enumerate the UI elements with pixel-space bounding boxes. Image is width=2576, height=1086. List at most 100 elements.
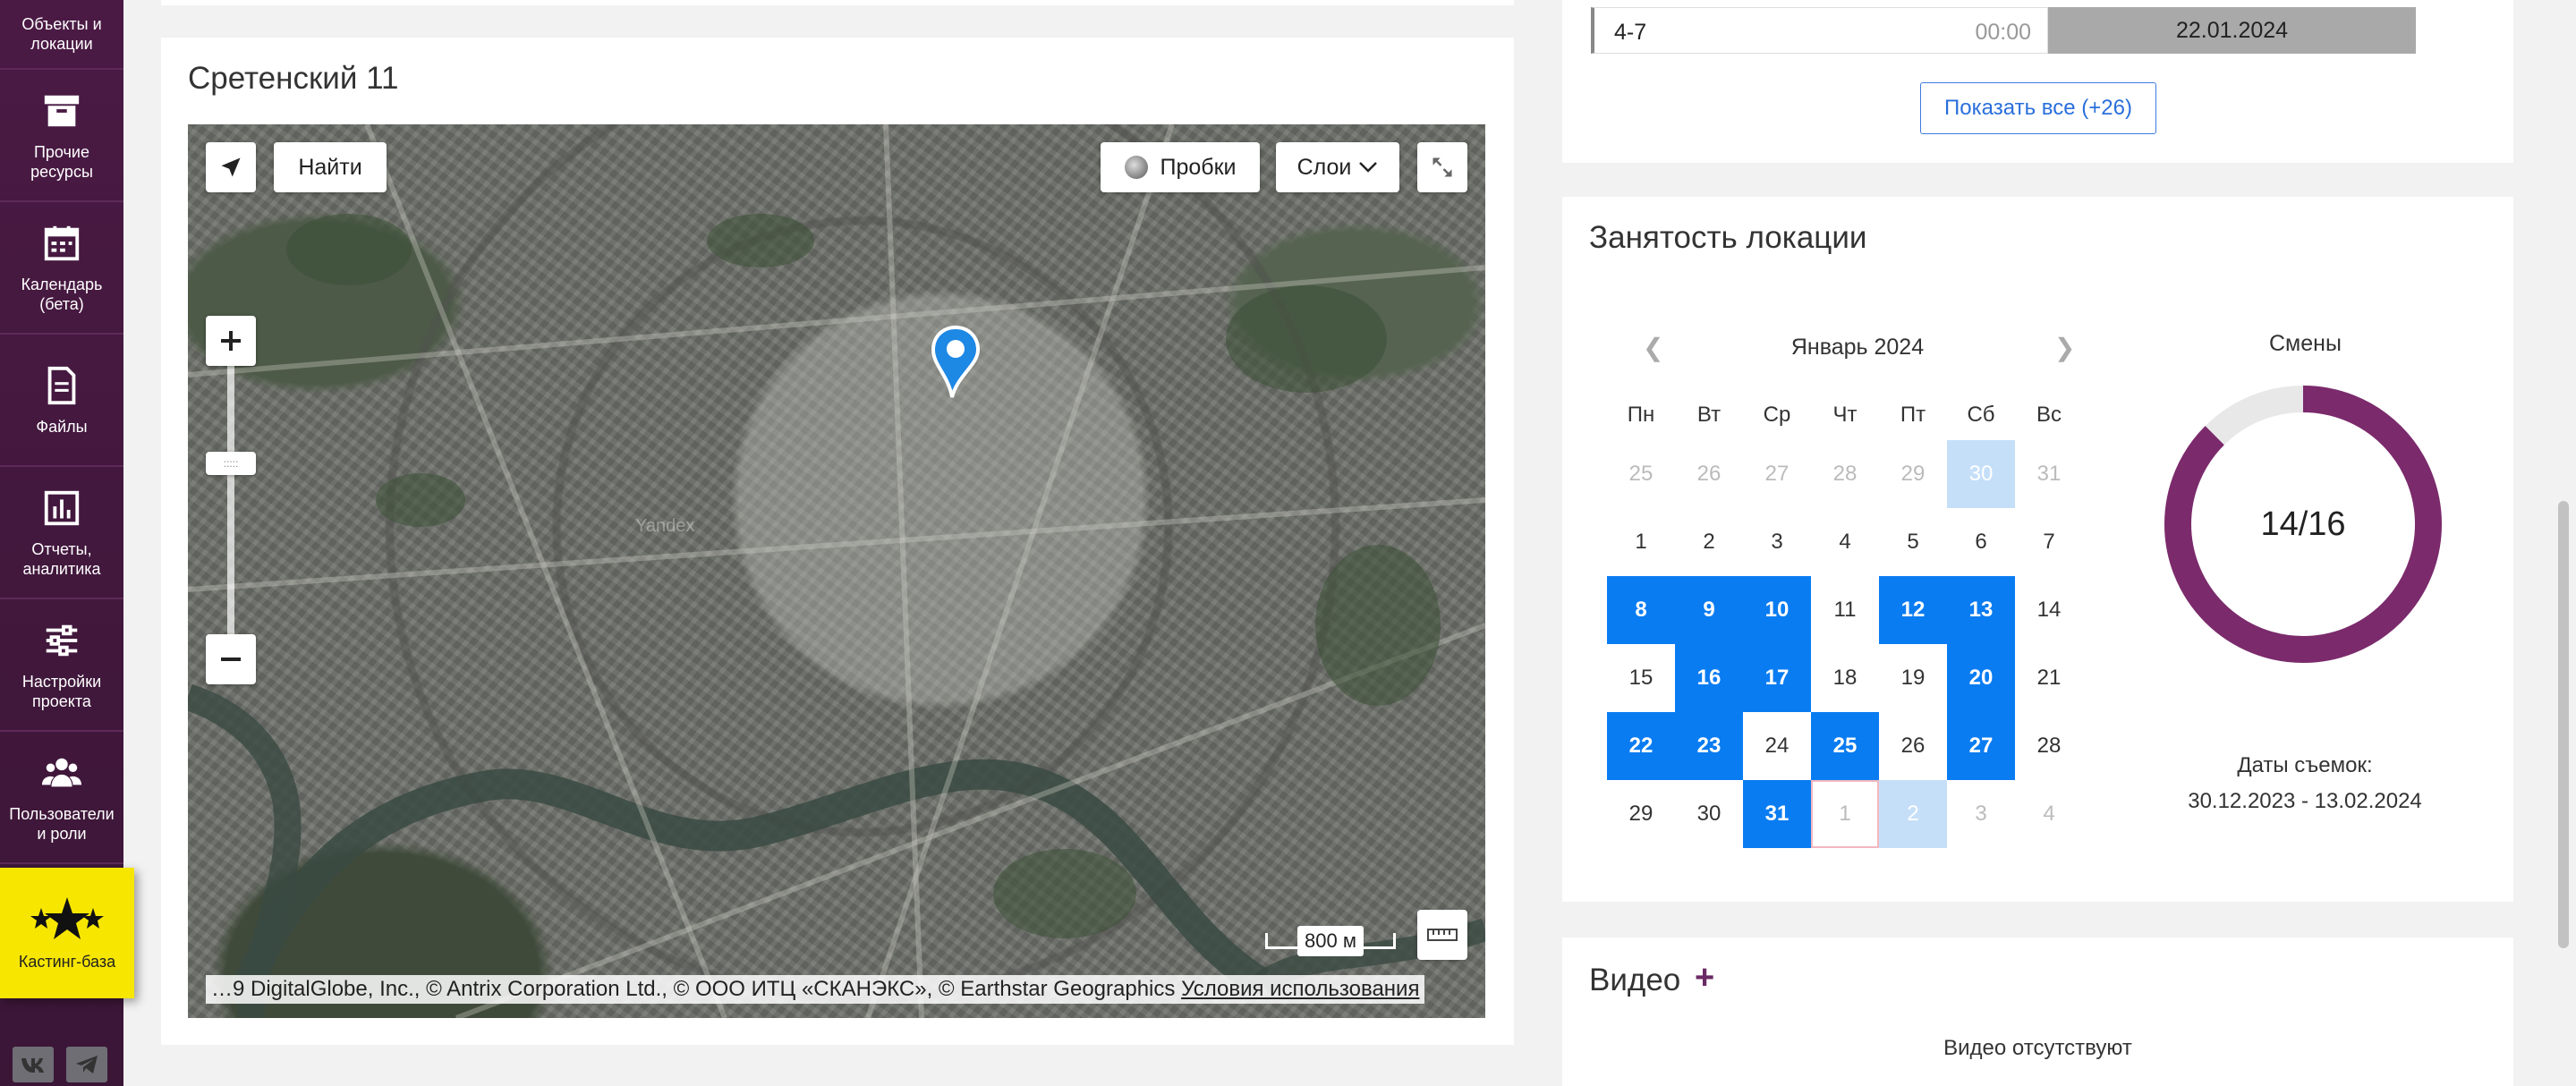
calendar-icon	[44, 225, 80, 261]
calendar-day[interactable]: 10	[1743, 576, 1811, 644]
calendar-day[interactable]: 17	[1743, 644, 1811, 712]
calendar-day[interactable]: 2	[1879, 780, 1947, 848]
social-links	[13, 1047, 107, 1082]
scrollbar[interactable]	[2550, 0, 2576, 1086]
terms-link[interactable]: Условия использования	[1181, 977, 1419, 1001]
satellite-map[interactable]: Yandex Найти Пробки Слои ::::: 800 м …9 …	[188, 124, 1485, 1018]
calendar-day[interactable]: 24	[1743, 712, 1811, 780]
zoom-out-button[interactable]	[206, 634, 256, 684]
calendar-day[interactable]: 25	[1811, 712, 1879, 780]
ruler-icon	[1427, 929, 1458, 941]
sidebar-item-reports[interactable]: Отчеты, аналитика	[0, 469, 123, 599]
calendar-day[interactable]: 21	[2015, 644, 2083, 712]
find-button[interactable]: Найти	[274, 142, 387, 192]
calendar-day[interactable]: 25	[1607, 440, 1675, 508]
file-icon	[47, 366, 76, 405]
calendar-day[interactable]: 13	[1947, 576, 2015, 644]
scrollbar-thumb[interactable]	[2558, 501, 2569, 948]
calendar-day[interactable]: 28	[2015, 712, 2083, 780]
shifts-count: 14/16	[2260, 505, 2346, 543]
calendar-day[interactable]: 5	[1879, 508, 1947, 576]
calendar-day[interactable]: 30	[1675, 780, 1743, 848]
calendar-day[interactable]: 31	[1743, 780, 1811, 848]
calendar-day[interactable]: 27	[1947, 712, 2015, 780]
calendar-day[interactable]: 6	[1947, 508, 2015, 576]
zoom-slider-handle[interactable]: :::::	[206, 452, 256, 475]
occupancy-title: Занятость локации	[1589, 220, 1867, 255]
sidebar-item-objects[interactable]: Объекты и локации	[0, 0, 123, 70]
calendar-day[interactable]: 3	[1947, 780, 2015, 848]
scale-label: 800 м	[1297, 926, 1364, 956]
add-video-button[interactable]: +	[1695, 959, 1714, 997]
vk-icon[interactable]	[13, 1047, 54, 1082]
calendar-day[interactable]: 4	[2015, 780, 2083, 848]
zoom-track[interactable]	[227, 366, 234, 634]
sidebar-item-label: Календарь (бета)	[21, 276, 103, 313]
schedule-row[interactable]: 4-7 00:00 22.01.2024	[1591, 7, 2416, 54]
users-icon	[41, 758, 82, 787]
calendar-day[interactable]: 2	[1675, 508, 1743, 576]
calendar-day[interactable]: 1	[1607, 508, 1675, 576]
calendar-day[interactable]: 12	[1879, 576, 1947, 644]
calendar-day[interactable]: 20	[1947, 644, 2015, 712]
calendar-day[interactable]: 3	[1743, 508, 1811, 576]
telegram-icon[interactable]	[66, 1047, 107, 1082]
calendar-day[interactable]: 26	[1675, 440, 1743, 508]
stars-icon	[30, 896, 104, 939]
plus-icon	[221, 331, 241, 351]
calendar-day[interactable]: 19	[1879, 644, 1947, 712]
calendar-day[interactable]: 7	[2015, 508, 2083, 576]
calendar-day[interactable]: 8	[1607, 576, 1675, 644]
sidebar-item-casting[interactable]: Кастинг-база	[0, 868, 134, 998]
calendar-day[interactable]: 14	[2015, 576, 2083, 644]
calendar-day[interactable]: 18	[1811, 644, 1879, 712]
calendar-day[interactable]: 29	[1879, 440, 1947, 508]
video-card: Видео + Видео отсутствуют	[1562, 938, 2513, 1086]
ruler-button[interactable]	[1417, 910, 1467, 960]
calendar-day[interactable]: 4	[1811, 508, 1879, 576]
map-watermark: Yandex	[635, 516, 695, 536]
calendar-day[interactable]: 26	[1879, 712, 1947, 780]
video-empty-message: Видео отсутствуют	[1943, 1036, 2132, 1060]
casting-label: Кастинг-база	[18, 952, 116, 971]
location-title: Сретенский 11	[188, 61, 399, 96]
calendar-day[interactable]: 30	[1947, 440, 2015, 508]
calendar-header: ❮ Январь 2024 ❯	[1607, 329, 2108, 367]
calendar-day[interactable]: 31	[2015, 440, 2083, 508]
month-label: Январь 2024	[1790, 335, 1925, 360]
map-imagery	[188, 124, 1485, 1018]
sidebar-item-calendar[interactable]: Календарь (бета)	[0, 204, 123, 335]
card-top-edge	[161, 0, 1514, 5]
shifts-label: Смены	[2269, 331, 2342, 356]
sidebar-item-label: Настройки проекта	[21, 673, 102, 710]
show-all-button[interactable]: Показать все (+26)	[1920, 82, 2156, 134]
fullscreen-button[interactable]	[1417, 142, 1467, 192]
calendar-day[interactable]: 29	[1607, 780, 1675, 848]
sidebar-item-users[interactable]: Пользователи и роли	[0, 734, 123, 864]
layers-label: Слои	[1297, 154, 1352, 180]
calendar-day[interactable]: 27	[1743, 440, 1811, 508]
calendar-day[interactable]: 23	[1675, 712, 1743, 780]
location-pin-icon[interactable]	[931, 325, 981, 403]
traffic-button[interactable]: Пробки	[1101, 142, 1260, 192]
calendar-day[interactable]: 28	[1811, 440, 1879, 508]
layers-dropdown[interactable]: Слои	[1276, 142, 1399, 192]
shooting-dates: Даты съемок: 30.12.2023 - 13.02.2024	[2126, 748, 2484, 819]
sidebar-item-resources[interactable]: Прочие ресурсы	[0, 72, 123, 202]
calendar-day[interactable]: 22	[1607, 712, 1675, 780]
sidebar-item-settings[interactable]: Настройки проекта	[0, 601, 123, 732]
calendar-day[interactable]: 11	[1811, 576, 1879, 644]
weekday-label: Пн	[1627, 403, 1655, 427]
zoom-in-button[interactable]	[206, 316, 256, 366]
schedule-row-info: 4-7 00:00	[1591, 7, 2048, 54]
calendar-day[interactable]: 16	[1675, 644, 1743, 712]
calendar-day[interactable]: 1	[1811, 780, 1879, 848]
sliders-icon	[46, 624, 78, 657]
sidebar-item-files[interactable]: Файлы	[0, 336, 123, 467]
calendar-day[interactable]: 15	[1607, 644, 1675, 712]
calendar-day[interactable]: 9	[1675, 576, 1743, 644]
chevron-right-icon[interactable]: ❯	[2054, 333, 2075, 362]
archive-icon	[44, 95, 80, 127]
geolocate-button[interactable]	[206, 142, 256, 192]
shooting-dates-range: 30.12.2023 - 13.02.2024	[2188, 789, 2422, 813]
